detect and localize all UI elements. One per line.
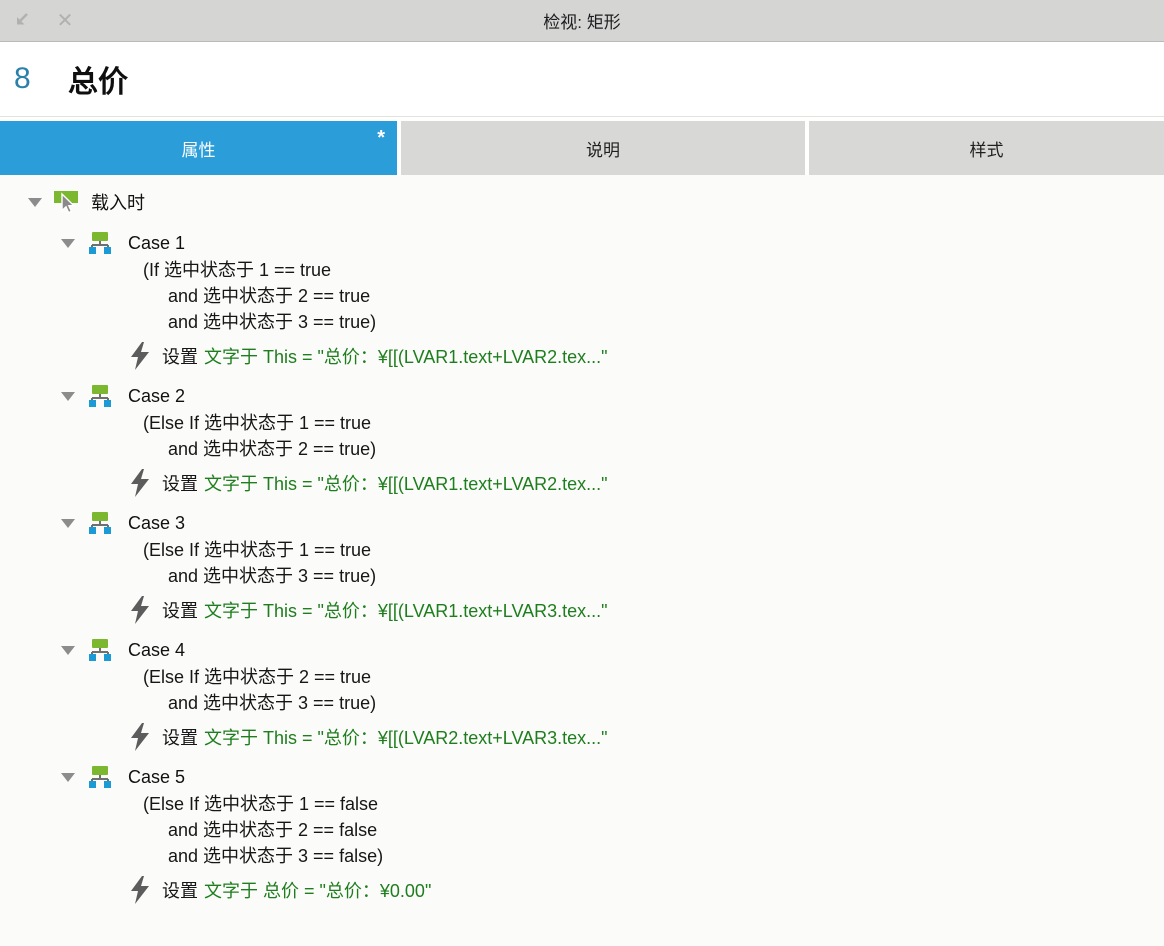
condition-line: and 选中状态于 2 == false [0,817,1164,843]
case-flowchart-icon [87,511,113,535]
case-header-2[interactable]: Case 2 [0,382,1164,410]
action-row-set-text[interactable]: 设置 文字于 总价 = "总价：¥0.00" [0,876,1164,904]
case-block-2: Case 2 (Else If 选中状态于 1 == true and 选中状态… [0,382,1164,497]
case-block-5: Case 5 (Else If 选中状态于 1 == false and 选中状… [0,763,1164,904]
dock-panel-button[interactable] [10,8,34,32]
action-verb: 设置 [162,597,198,623]
case-label: Case 5 [128,767,185,788]
widget-footnote-number: 8 [14,62,68,96]
panel-title: 检视: 矩形 [543,8,620,33]
case-block-4: Case 4 (Else If 选中状态于 2 == true and 选中状态… [0,636,1164,751]
action-row-set-text[interactable]: 设置 文字于 This = "总价：¥[[(LVAR1.text+LVAR2.t… [0,342,1164,370]
tab-properties-label: 属性 [182,136,216,161]
condition-line: (Else If 选中状态于 1 == true [0,410,1164,436]
lightning-bolt-icon [130,596,150,624]
lightning-bolt-icon [130,342,150,370]
dock-arrow-icon [13,11,31,29]
action-detail: 文字于 This = "总价：¥[[(LVAR2.text+LVAR3.tex.… [204,724,608,750]
action-detail: 文字于 This = "总价：¥[[(LVAR1.text+LVAR3.tex.… [204,597,608,623]
case-header-4[interactable]: Case 4 [0,636,1164,664]
event-row-onload[interactable]: 载入时 [0,187,1164,217]
case-label: Case 1 [128,233,185,254]
case-header-3[interactable]: Case 3 [0,509,1164,537]
condition-line: and 选中状态于 2 == true) [0,436,1164,462]
tab-style-label: 样式 [970,136,1004,161]
lightning-bolt-icon [130,723,150,751]
case-label: Case 2 [128,386,185,407]
case-flowchart-icon [87,384,113,408]
tab-notes[interactable]: 说明 [401,121,805,175]
condition-line: and 选中状态于 3 == true) [0,690,1164,716]
event-label: 载入时 [91,189,145,215]
lightning-bolt-icon [130,469,150,497]
onload-event-icon [53,190,80,215]
condition-line: and 选中状态于 3 == false) [0,843,1164,869]
inspector-tabs: 属性 * 说明 样式 [0,121,1164,175]
tab-properties[interactable]: 属性 * [0,121,397,175]
case-block-3: Case 3 (Else If 选中状态于 1 == true and 选中状态… [0,509,1164,624]
action-row-set-text[interactable]: 设置 文字于 This = "总价：¥[[(LVAR1.text+LVAR2.t… [0,469,1164,497]
collapse-triangle-icon[interactable] [61,519,75,528]
case-flowchart-icon [87,765,113,789]
close-panel-button[interactable]: ✕ [53,8,77,32]
case-flowchart-icon [87,638,113,662]
collapse-triangle-icon[interactable] [61,773,75,782]
case-label: Case 3 [128,513,185,534]
widget-name[interactable]: 总价 [68,57,128,101]
inspector-titlebar: ✕ 检视: 矩形 [0,0,1164,42]
action-verb: 设置 [162,343,198,369]
widget-header: 8 总价 [0,42,1164,117]
action-row-set-text[interactable]: 设置 文字于 This = "总价：¥[[(LVAR1.text+LVAR3.t… [0,596,1164,624]
action-verb: 设置 [162,877,198,903]
condition-line: (If 选中状态于 1 == true [0,257,1164,283]
action-detail: 文字于 This = "总价：¥[[(LVAR1.text+LVAR2.tex.… [204,343,608,369]
condition-line: (Else If 选中状态于 1 == true [0,537,1164,563]
tab-style[interactable]: 样式 [809,121,1164,175]
condition-line: (Else If 选中状态于 1 == false [0,791,1164,817]
collapse-triangle-icon[interactable] [61,239,75,248]
action-row-set-text[interactable]: 设置 文字于 This = "总价：¥[[(LVAR2.text+LVAR3.t… [0,723,1164,751]
action-detail: 文字于 总价 = "总价：¥0.00" [204,877,431,903]
close-icon: ✕ [57,8,74,33]
condition-line: and 选中状态于 2 == true [0,283,1164,309]
case-header-1[interactable]: Case 1 [0,229,1164,257]
action-verb: 设置 [162,470,198,496]
condition-line: and 选中状态于 3 == true) [0,309,1164,335]
collapse-triangle-icon[interactable] [28,198,42,207]
lightning-bolt-icon [130,876,150,904]
collapse-triangle-icon[interactable] [61,646,75,655]
case-flowchart-icon [87,231,113,255]
case-block-1: Case 1 (If 选中状态于 1 == true and 选中状态于 2 =… [0,229,1164,370]
interactions-panel: 载入时 Case 1 (If 选中状态于 1 == true and 选中状态于… [0,175,1164,945]
condition-line: and 选中状态于 3 == true) [0,563,1164,589]
tab-notes-label: 说明 [586,136,620,161]
collapse-triangle-icon[interactable] [61,392,75,401]
case-header-5[interactable]: Case 5 [0,763,1164,791]
action-detail: 文字于 This = "总价：¥[[(LVAR1.text+LVAR2.tex.… [204,470,608,496]
unsaved-asterisk: * [377,127,385,150]
condition-line: (Else If 选中状态于 2 == true [0,664,1164,690]
case-label: Case 4 [128,640,185,661]
action-verb: 设置 [162,724,198,750]
